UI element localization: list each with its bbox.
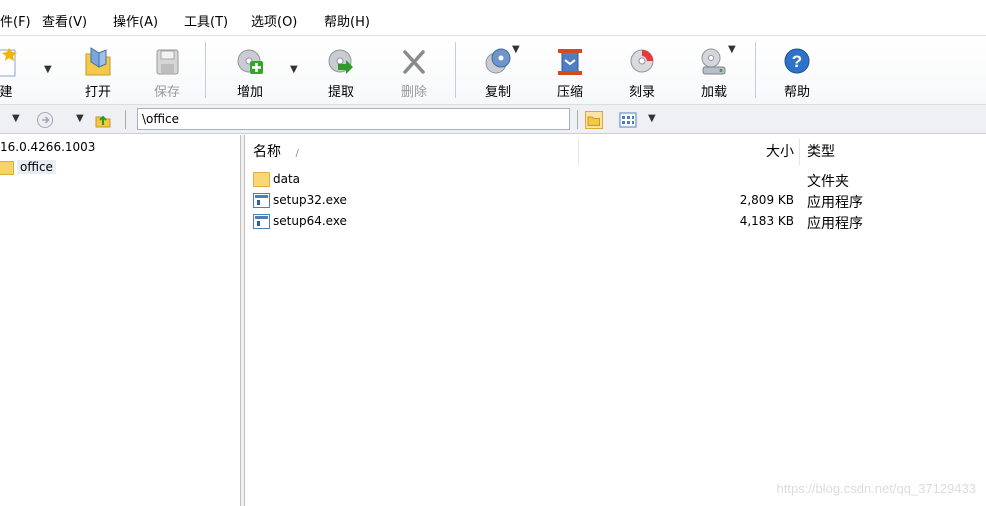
save-label: 保存 <box>153 85 180 100</box>
table-row[interactable]: setup64.exe 4,183 KB 应用程序 <box>245 212 986 232</box>
file-size: 4,183 KB <box>739 214 794 228</box>
view-mode-icon[interactable] <box>619 111 637 129</box>
toolbar-divider <box>755 42 756 98</box>
toolbar-divider <box>455 42 456 98</box>
address-input[interactable]: \office <box>137 108 570 130</box>
file-name: setup64.exe <box>273 214 347 228</box>
add-disc-icon <box>237 49 263 74</box>
mount-drive-icon <box>701 48 726 75</box>
open-label: 打开 <box>84 85 111 100</box>
column-header-type[interactable]: 类型 <box>807 141 835 165</box>
column-header-size[interactable]: 大小 <box>766 141 794 165</box>
tree-root-label[interactable]: 16.0.4266.1003 <box>0 140 95 154</box>
file-list: 名称 / 大小 类型 data 文件夹 setup32.exe 2,809 KB… <box>245 135 986 506</box>
tree-item-label: office <box>17 160 56 174</box>
add-button[interactable]: 增加 <box>222 40 278 100</box>
address-divider <box>577 110 578 129</box>
file-type: 应用程序 <box>807 195 863 211</box>
svg-text:?: ? <box>792 52 802 71</box>
extract-label: 提取 <box>327 85 354 100</box>
file-name: data <box>273 172 301 186</box>
extract-disc-icon <box>328 49 353 74</box>
column-name-label: 名称 <box>253 144 281 160</box>
view-mode-dropdown-arrow[interactable]: ▼ <box>648 113 656 124</box>
help-button[interactable]: ? 帮助 <box>769 40 825 100</box>
column-header-name[interactable]: 名称 / <box>253 141 299 165</box>
new-button[interactable]: 建 <box>0 40 34 100</box>
compress-label: 压缩 <box>556 85 583 100</box>
mount-label: 加载 <box>700 85 727 100</box>
burn-label: 刻录 <box>628 85 655 100</box>
mount-dropdown-arrow[interactable]: ▼ <box>728 44 736 55</box>
up-folder-icon[interactable] <box>94 111 112 129</box>
open-button[interactable]: 打开 <box>70 40 126 100</box>
forward-icon[interactable] <box>36 111 54 129</box>
sort-indicator: / <box>295 148 299 159</box>
address-divider <box>125 110 126 129</box>
toolbar-divider <box>205 42 206 98</box>
menu-file[interactable]: 件(F) <box>0 11 31 30</box>
file-type: 应用程序 <box>807 216 863 232</box>
menu-view[interactable]: 查看(V) <box>42 11 87 30</box>
save-button[interactable]: 保存 <box>139 40 195 100</box>
compress-icon <box>558 49 582 75</box>
burn-disc-icon <box>630 49 654 73</box>
delete-label: 删除 <box>400 85 427 100</box>
menu-actions[interactable]: 操作(A) <box>113 11 158 30</box>
forward-dropdown-arrow[interactable]: ▼ <box>76 113 84 124</box>
menu-tools[interactable]: 工具(T) <box>184 11 228 30</box>
copy-dropdown-arrow[interactable]: ▼ <box>512 44 520 55</box>
delete-icon <box>403 50 425 74</box>
file-type: 文件夹 <box>807 174 849 190</box>
open-folder-icon <box>85 47 111 76</box>
add-label: 增加 <box>236 85 263 100</box>
toolbar: 建 ▼ 打开 保存 增加 ▼ 提取 删除 复制 ▼ 压缩 刻录 加载 ▼ ? 帮… <box>0 36 986 105</box>
column-divider[interactable] <box>578 139 579 165</box>
column-divider[interactable] <box>799 139 800 165</box>
tree-item-office[interactable]: office <box>0 159 62 177</box>
folders-toggle-icon[interactable] <box>585 111 603 129</box>
exe-icon <box>253 214 270 229</box>
folder-tree: 16.0.4266.1003 office <box>0 135 240 506</box>
menu-options[interactable]: 选项(O) <box>251 11 297 30</box>
new-label: 建 <box>0 85 13 100</box>
file-size: 2,809 KB <box>739 193 794 207</box>
compress-button[interactable]: 压缩 <box>542 40 598 100</box>
watermark: https://blog.csdn.net/qq_37129433 <box>776 481 977 496</box>
file-name: setup32.exe <box>273 193 347 207</box>
delete-button[interactable]: 删除 <box>386 40 442 100</box>
menu-bar: 件(F) 查看(V) 操作(A) 工具(T) 选项(O) 帮助(H) <box>0 0 986 36</box>
extract-button[interactable]: 提取 <box>313 40 369 100</box>
copy-disc-icon <box>485 48 511 74</box>
folder-icon <box>0 161 14 175</box>
menu-help[interactable]: 帮助(H) <box>324 11 370 30</box>
exe-icon <box>253 193 270 208</box>
table-row[interactable]: data 文件夹 <box>245 170 986 190</box>
burn-button[interactable]: 刻录 <box>614 40 670 100</box>
back-dropdown-arrow[interactable]: ▼ <box>12 113 20 124</box>
new-file-icon <box>0 48 17 77</box>
copy-label: 复制 <box>484 85 511 100</box>
save-icon <box>156 49 179 75</box>
help-icon: ? <box>784 48 810 74</box>
help-label: 帮助 <box>783 85 810 100</box>
folder-icon <box>253 172 270 187</box>
address-bar: ▼ ▼ \office ▼ <box>0 105 986 134</box>
add-dropdown-arrow[interactable]: ▼ <box>290 64 298 75</box>
table-row[interactable]: setup32.exe 2,809 KB 应用程序 <box>245 191 986 211</box>
new-dropdown-arrow[interactable]: ▼ <box>44 64 52 75</box>
